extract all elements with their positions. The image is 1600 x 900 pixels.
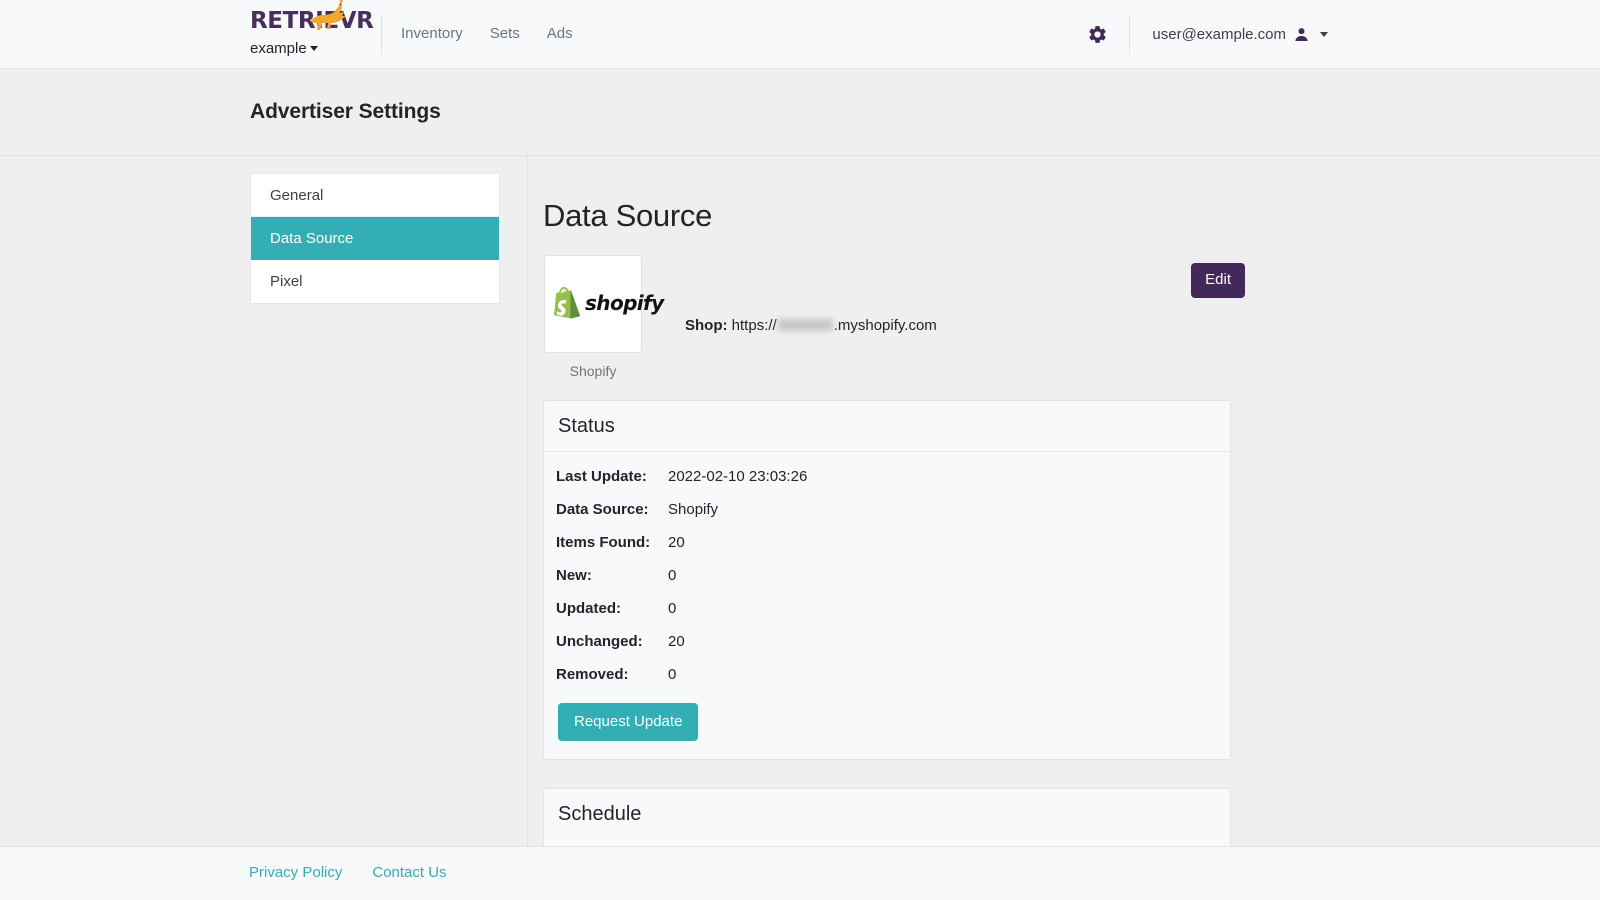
sidebar-item-label: Pixel: [270, 273, 303, 290]
footer-link-privacy-policy[interactable]: Privacy Policy: [249, 864, 342, 881]
status-key: Items Found:: [556, 534, 668, 551]
status-row-updated: Updated: 0: [544, 592, 1230, 625]
status-value: 0: [668, 567, 676, 584]
user-menu[interactable]: user@example.com: [1152, 26, 1328, 43]
sidebar-item-label: Data Source: [270, 230, 353, 247]
status-row-unchanged: Unchanged: 20: [544, 625, 1230, 658]
settings-main-column: Data Source shopify Shopify Shop: https:…: [543, 156, 1243, 857]
sidebar-item-pixel[interactable]: Pixel: [251, 260, 499, 303]
status-value: 20: [668, 534, 685, 551]
status-value: 2022-02-10 23:03:26: [668, 468, 807, 485]
shopify-logo: shopify: [550, 286, 664, 320]
shopify-wordmark: shopify: [585, 291, 664, 315]
navbar-divider: [381, 14, 382, 54]
navbar-right-divider: [1129, 16, 1130, 54]
nav-link-ads[interactable]: Ads: [547, 25, 573, 42]
status-row-new: New: 0: [544, 559, 1230, 592]
section-title: Data Source: [543, 198, 1243, 234]
status-row-items-found: Items Found: 20: [544, 526, 1230, 559]
data-source-caption: Shopify: [543, 363, 643, 379]
app-logo[interactable]: RETRIEVR: [250, 8, 354, 34]
brand-block: RETRIEVR example: [250, 8, 370, 57]
status-row-removed: Removed: 0: [544, 658, 1230, 691]
shop-url-prefix: https://: [732, 317, 777, 334]
redacted-shop-name: [778, 319, 833, 331]
advertiser-selector-dropdown[interactable]: example: [250, 40, 370, 57]
edit-button[interactable]: Edit: [1191, 263, 1245, 298]
status-key: Data Source:: [556, 501, 668, 518]
chevron-down-icon: [310, 46, 318, 51]
person-icon: [1293, 26, 1310, 43]
user-email-label: user@example.com: [1152, 26, 1286, 43]
status-panel-body: Last Update: 2022-02-10 23:03:26 Data So…: [544, 452, 1230, 759]
sidebar-item-label: General: [270, 187, 323, 204]
shop-url-line: Shop: https:// .myshopify.com: [685, 317, 937, 334]
page-title: Advertiser Settings: [250, 100, 441, 124]
status-panel: Status Last Update: 2022-02-10 23:03:26 …: [543, 400, 1231, 760]
status-panel-title: Status: [544, 401, 1230, 452]
shopify-logo-tile[interactable]: shopify: [544, 255, 642, 353]
main-nav: Inventory Sets Ads: [401, 25, 573, 42]
page-content: General Data Source Pixel Data Source: [0, 156, 1600, 846]
nav-link-sets[interactable]: Sets: [490, 25, 520, 42]
top-navbar: RETRIEVR example Inventory Sets Ads user…: [0, 0, 1600, 69]
page-footer: Privacy Policy Contact Us: [0, 846, 1600, 900]
request-update-button[interactable]: Request Update: [558, 703, 698, 741]
page-title-band: Advertiser Settings: [0, 69, 1600, 156]
status-row-data-source: Data Source: Shopify: [544, 493, 1230, 526]
status-key: Last Update:: [556, 468, 668, 485]
data-source-summary-row: shopify Shopify Shop: https:// .myshopify…: [543, 255, 1243, 390]
advertiser-selector-label: example: [250, 40, 307, 57]
footer-links: Privacy Policy Contact Us: [249, 864, 447, 881]
status-row-last-update: Last Update: 2022-02-10 23:03:26: [544, 460, 1230, 493]
status-key: New:: [556, 567, 668, 584]
sidebar-card: General Data Source Pixel: [250, 173, 500, 304]
status-value: 0: [668, 600, 676, 617]
sidebar-divider: [527, 156, 528, 846]
settings-sidebar: General Data Source Pixel: [250, 156, 500, 846]
sidebar-item-data-source[interactable]: Data Source: [251, 217, 499, 260]
shop-url-suffix: .myshopify.com: [834, 317, 937, 334]
logo-wordmark: RETRIEVR: [250, 8, 354, 34]
status-value: 20: [668, 633, 685, 650]
gear-icon[interactable]: [1085, 23, 1109, 47]
shop-url-label: Shop:: [685, 317, 728, 334]
status-key: Removed:: [556, 666, 668, 683]
footer-link-contact-us[interactable]: Contact Us: [372, 864, 446, 881]
status-value: Shopify: [668, 501, 718, 518]
navbar-right: user@example.com: [1085, 0, 1600, 69]
chevron-down-icon: [1320, 32, 1328, 37]
status-key: Unchanged:: [556, 633, 668, 650]
shopify-bag-icon: [550, 286, 580, 320]
nav-link-inventory[interactable]: Inventory: [401, 25, 463, 42]
status-key: Updated:: [556, 600, 668, 617]
status-value: 0: [668, 666, 676, 683]
sidebar-item-general[interactable]: General: [251, 174, 499, 217]
